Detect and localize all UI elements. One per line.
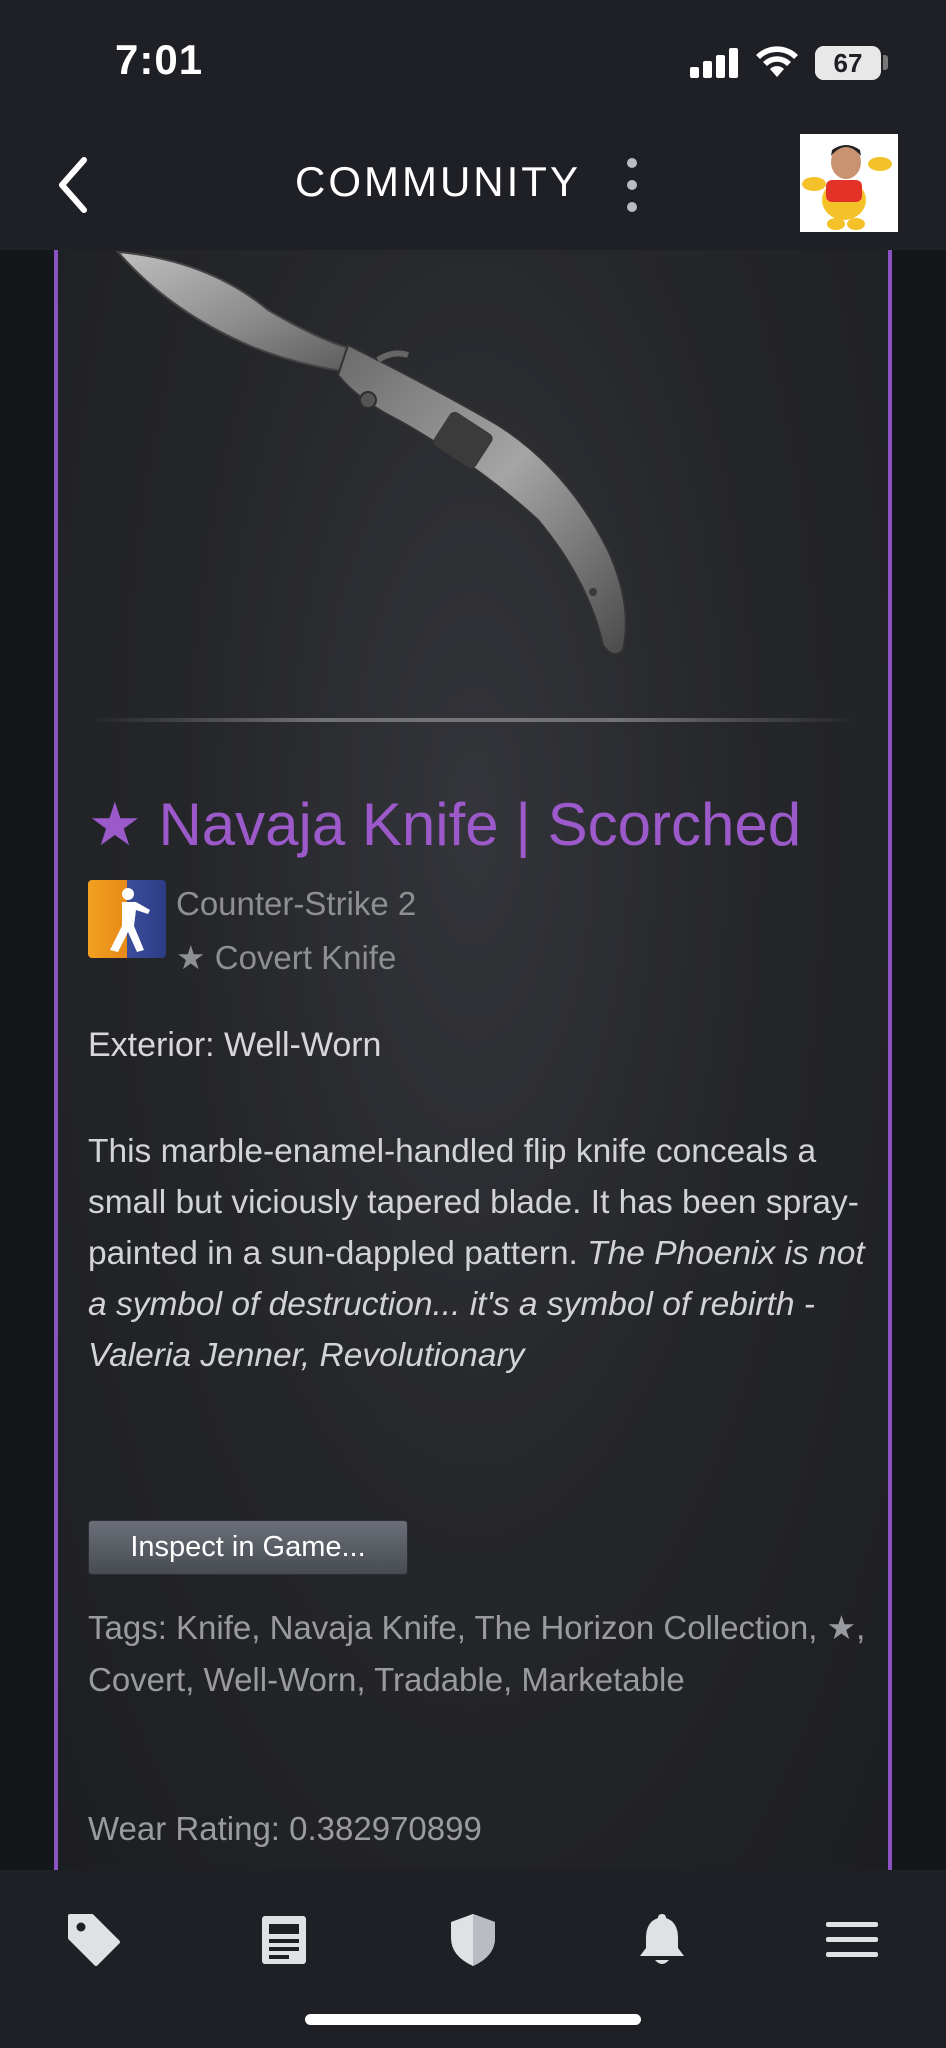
cellular-signal-icon — [690, 48, 738, 78]
menu-icon[interactable] — [822, 1910, 882, 1970]
divider — [88, 718, 858, 722]
game-name[interactable]: Counter-Strike 2 — [176, 885, 416, 923]
knife-image — [115, 250, 627, 655]
item-description: This marble-enamel-handled flip knife co… — [88, 1126, 878, 1381]
status-time: 7:01 — [115, 36, 204, 83]
more-options-icon[interactable] — [620, 156, 644, 214]
screen: 7:01 67 COMMUNITY ★ Navaja Knife | Scorc… — [0, 0, 946, 2048]
home-indicator[interactable] — [305, 2014, 641, 2025]
nav-bar: COMMUNITY — [0, 120, 946, 250]
bell-icon[interactable] — [632, 1910, 692, 1970]
inspect-in-game-button[interactable]: Inspect in Game... — [88, 1520, 408, 1575]
background-page-left — [0, 250, 54, 1870]
wifi-icon — [756, 46, 798, 77]
item-tags: Tags: Knife, Navaja Knife, The Horizon C… — [88, 1609, 866, 1698]
item-name: ★ Navaja Knife | Scorched — [88, 791, 802, 858]
counter-strike-game-icon — [88, 880, 166, 958]
item-detail-card: ★ Navaja Knife | Scorched Counter-Strike… — [54, 250, 892, 1870]
background-page-right — [892, 250, 946, 1870]
item-exterior: Exterior: Well-Worn — [88, 1026, 382, 1064]
shield-icon[interactable] — [443, 1910, 503, 1970]
news-icon[interactable] — [254, 1910, 314, 1970]
item-type: ★ Covert Knife — [176, 939, 397, 976]
nav-title: COMMUNITY — [295, 158, 581, 205]
battery-level: 67 — [833, 48, 863, 78]
battery-nub — [883, 55, 888, 70]
status-bar: 7:01 67 — [0, 0, 946, 120]
user-avatar[interactable] — [800, 134, 898, 232]
tag-icon[interactable] — [64, 1910, 124, 1970]
battery-icon: 67 — [815, 46, 881, 80]
wear-rating: Wear Rating: 0.382970899 — [88, 1810, 482, 1847]
